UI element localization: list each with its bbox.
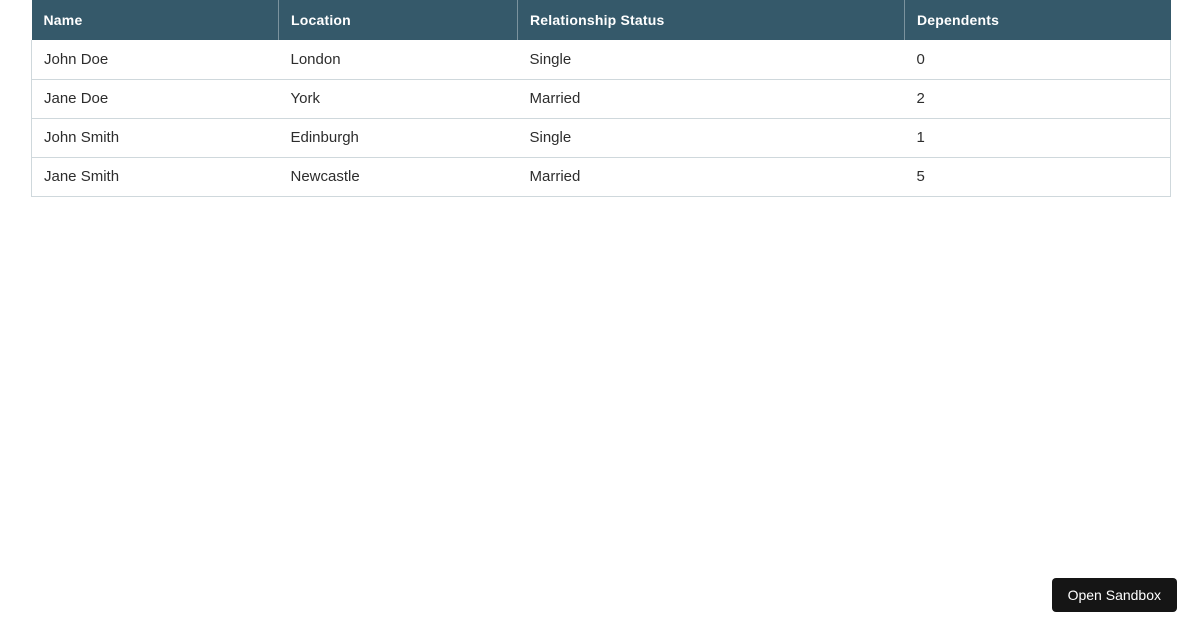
cell-name: John Doe [31, 40, 279, 80]
cell-dependents: 1 [904, 118, 1171, 158]
cell-name: Jane Smith [31, 157, 279, 197]
table-row: Jane Doe York Married 2 [31, 79, 1171, 119]
table-row: Jane Smith Newcastle Married 5 [31, 157, 1171, 197]
table-row: John Smith Edinburgh Single 1 [31, 118, 1171, 158]
cell-relationship-status: Married [517, 157, 905, 197]
table-header-row: Name Location Relationship Status Depend… [31, 0, 1171, 40]
cell-location: London [278, 40, 518, 80]
cell-location: Newcastle [278, 157, 518, 197]
cell-location: York [278, 79, 518, 119]
people-table: Name Location Relationship Status Depend… [31, 0, 1171, 197]
column-header-relationship-status: Relationship Status [517, 0, 905, 40]
cell-dependents: 2 [904, 79, 1171, 119]
cell-relationship-status: Single [517, 118, 905, 158]
open-sandbox-button[interactable]: Open Sandbox [1051, 578, 1177, 612]
cell-dependents: 5 [904, 157, 1171, 197]
cell-name: Jane Doe [31, 79, 279, 119]
cell-location: Edinburgh [278, 118, 518, 158]
cell-name: John Smith [31, 118, 279, 158]
cell-relationship-status: Married [517, 79, 905, 119]
column-header-location: Location [278, 0, 518, 40]
column-header-dependents: Dependents [904, 0, 1171, 40]
column-header-name: Name [31, 0, 279, 40]
table-row: John Doe London Single 0 [31, 40, 1171, 80]
cell-relationship-status: Single [517, 40, 905, 80]
cell-dependents: 0 [904, 40, 1171, 80]
page: Name Location Relationship Status Depend… [0, 0, 1200, 630]
